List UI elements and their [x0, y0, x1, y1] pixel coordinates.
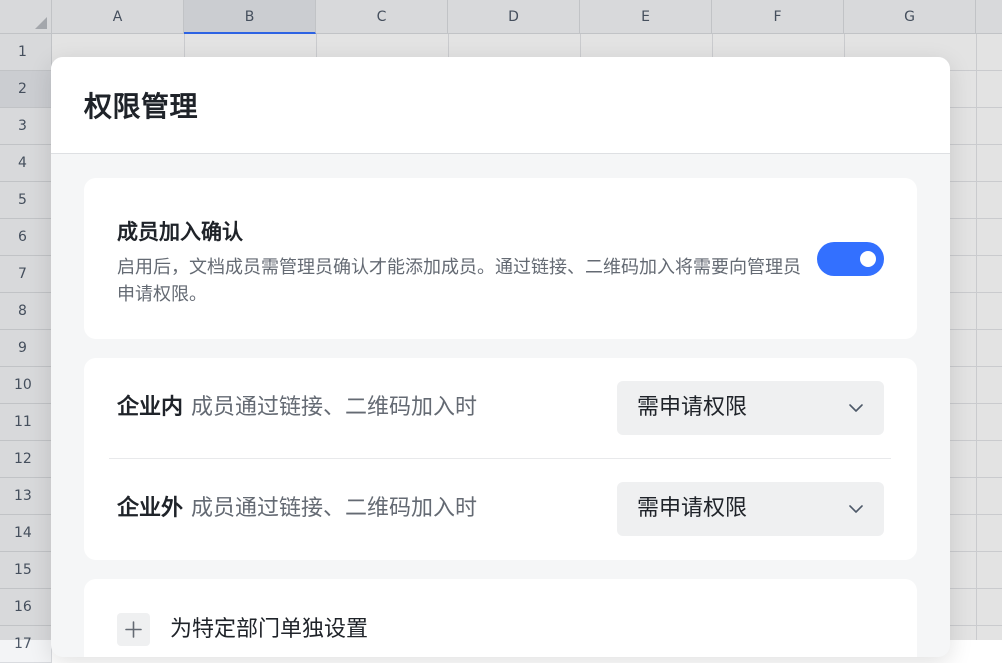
permission-dialog: 权限管理 成员加入确认 启用后，文档成员需管理员确认才能添加成员。通过链接、二维…	[51, 57, 950, 657]
member-confirm-description: 启用后，文档成员需管理员确认才能添加成员。通过链接、二维码加入将需要向管理员申请…	[117, 257, 801, 305]
dialog-title: 权限管理	[84, 90, 199, 123]
plus-icon	[125, 621, 142, 638]
external-join-label: 企业外 成员通过链接、二维码加入时	[117, 459, 477, 559]
join-scope-card: 企业内 成员通过链接、二维码加入时 需申请权限 企业外 成员通过链接、二维码加入时 …	[84, 358, 917, 560]
external-label-strong: 企业外	[117, 496, 184, 521]
add-department-button[interactable]	[117, 613, 150, 646]
department-settings-label[interactable]: 为特定部门单独设置	[170, 613, 368, 646]
internal-join-label: 企业内 成员通过链接、二维码加入时	[117, 358, 477, 458]
member-confirm-toggle[interactable]	[817, 242, 884, 276]
internal-select-value: 需申请权限	[637, 395, 748, 420]
internal-label-strong: 企业内	[117, 395, 184, 420]
external-permission-select[interactable]: 需申请权限	[617, 482, 884, 536]
internal-join-row: 企业内 成员通过链接、二维码加入时 需申请权限	[84, 358, 917, 458]
chevron-down-icon	[849, 505, 863, 513]
external-join-row: 企业外 成员通过链接、二维码加入时 需申请权限	[84, 459, 917, 559]
member-confirm-title: 成员加入确认	[117, 220, 243, 244]
internal-label-text: 成员通过链接、二维码加入时	[191, 395, 478, 420]
external-label-text: 成员通过链接、二维码加入时	[191, 496, 478, 521]
department-settings-card[interactable]: 为特定部门单独设置	[84, 579, 917, 657]
internal-permission-select[interactable]: 需申请权限	[617, 381, 884, 435]
member-confirm-card: 成员加入确认 启用后，文档成员需管理员确认才能添加成员。通过链接、二维码加入将需…	[84, 178, 917, 339]
dialog-header: 权限管理	[51, 57, 950, 154]
chevron-down-icon	[849, 404, 863, 412]
toggle-knob	[860, 251, 876, 267]
external-select-value: 需申请权限	[637, 496, 748, 521]
